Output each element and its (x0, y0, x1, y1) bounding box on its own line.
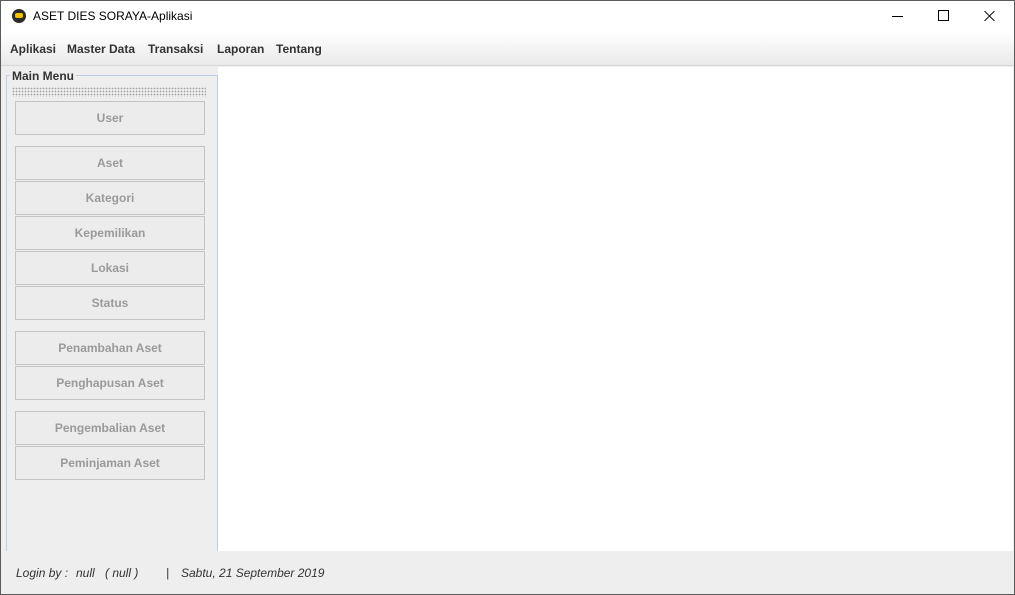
kepemilikan-button[interactable]: Kepemilikan (15, 216, 205, 250)
status-button[interactable]: Status (15, 286, 205, 320)
lokasi-button[interactable]: Lokasi (15, 251, 205, 285)
menu-laporan[interactable]: Laporan (217, 42, 264, 56)
title-bar[interactable]: ASET DIES SORAYA-Aplikasi (1, 1, 1014, 32)
content-area (218, 67, 1013, 551)
penghapusan-aset-button[interactable]: Penghapusan Aset (15, 366, 205, 400)
minimize-icon[interactable] (875, 1, 921, 32)
login-role: ( null ) (105, 566, 139, 580)
pengembalian-aset-button[interactable]: Pengembalian Aset (15, 411, 205, 445)
menu-tentang[interactable]: Tentang (276, 42, 322, 56)
main-menu-panel: Main Menu User Aset Kategori Kepemilikan… (6, 69, 218, 552)
status-separator: | (166, 566, 170, 580)
menu-transaksi[interactable]: Transaksi (148, 42, 203, 56)
window-title: ASET DIES SORAYA-Aplikasi (33, 9, 193, 23)
maximize-icon[interactable] (921, 1, 967, 32)
menu-bar: Aplikasi Master Data Transaksi Laporan T… (1, 32, 1014, 66)
kategori-button[interactable]: Kategori (15, 181, 205, 215)
app-window: ASET DIES SORAYA-Aplikasi Aplikasi Maste… (0, 0, 1015, 595)
login-label: Login by : (16, 566, 69, 580)
main-menu-title: Main Menu (10, 69, 76, 83)
toolbar-grip-handle[interactable] (12, 87, 206, 97)
status-date: Sabtu, 21 September 2019 (181, 566, 325, 580)
penambahan-aset-button[interactable]: Penambahan Aset (15, 331, 205, 365)
aset-button[interactable]: Aset (15, 146, 205, 180)
menu-master-data[interactable]: Master Data (67, 42, 135, 56)
user-button[interactable]: User (15, 101, 205, 135)
login-user: null (76, 566, 95, 580)
peminjaman-aset-button[interactable]: Peminjaman Aset (15, 446, 205, 480)
menu-aplikasi[interactable]: Aplikasi (10, 42, 56, 56)
status-bar: Login by : null ( null ) | Sabtu, 21 Sep… (1, 551, 1014, 594)
close-icon[interactable] (967, 1, 1013, 32)
app-logo-icon (12, 9, 26, 23)
